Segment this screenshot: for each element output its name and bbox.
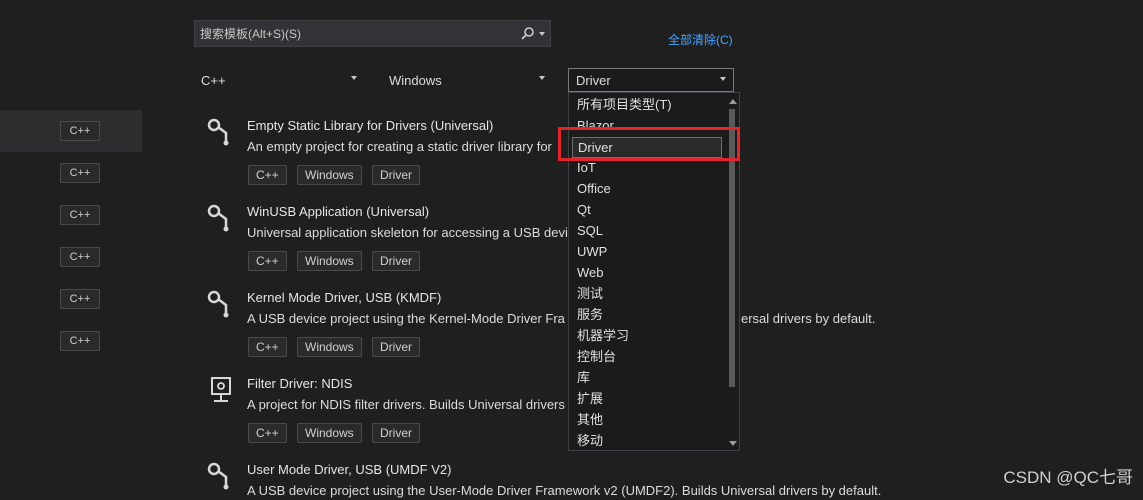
dropdown-option[interactable]: 扩展 <box>577 388 603 409</box>
recent-tag: C++ <box>60 205 100 225</box>
recent-tag: C++ <box>60 331 100 351</box>
dropdown-option[interactable]: 移动 <box>577 430 603 451</box>
dropdown-option[interactable]: 所有项目类型(T) <box>577 94 672 115</box>
language-filter[interactable]: C++ <box>194 68 364 92</box>
template-desc: A project for NDIS filter drivers. Build… <box>247 397 565 412</box>
project-type-filter-value: Driver <box>576 72 611 88</box>
driver-template-icon <box>206 461 236 491</box>
tag-language: C++ <box>248 337 287 357</box>
project-type-filter[interactable]: Driver <box>568 68 734 92</box>
dropdown-option[interactable]: SQL <box>577 220 603 241</box>
chevron-down-icon <box>351 76 357 80</box>
tag-platform: Windows <box>297 337 362 357</box>
dropdown-option[interactable]: 机器学习 <box>577 325 629 346</box>
dropdown-option[interactable]: 其他 <box>577 409 603 430</box>
tag-project-type: Driver <box>372 337 420 357</box>
search-placeholder: 搜索模板(Alt+S)(S) <box>200 27 302 41</box>
recent-tag: C++ <box>60 289 100 309</box>
platform-filter-value: Windows <box>389 72 442 88</box>
search-input[interactable]: 搜索模板(Alt+S)(S) <box>194 20 551 47</box>
scroll-up-arrow-icon[interactable] <box>729 99 737 104</box>
tag-language: C++ <box>248 165 287 185</box>
template-desc: A USB device project using the Kernel-Mo… <box>247 311 565 326</box>
watermark: CSDN @QC七哥 <box>1003 468 1133 487</box>
chevron-down-icon[interactable] <box>539 32 545 36</box>
language-filter-value: C++ <box>201 72 226 88</box>
platform-filter[interactable]: Windows <box>382 68 552 92</box>
dropdown-option[interactable]: 服务 <box>577 304 603 325</box>
dropdown-option[interactable]: Qt <box>577 199 591 220</box>
template-desc: A USB device project using the User-Mode… <box>247 483 882 498</box>
tag-language: C++ <box>248 423 287 443</box>
scroll-down-arrow-icon[interactable] <box>729 441 737 446</box>
template-desc: Universal application skeleton for acces… <box>247 225 568 240</box>
template-desc-tail: ersal drivers by default. <box>741 311 876 326</box>
dropdown-option[interactable]: Web <box>577 262 604 283</box>
template-desc: An empty project for creating a static d… <box>247 139 552 154</box>
tag-language: C++ <box>248 251 287 271</box>
template-title[interactable]: User Mode Driver, USB (UMDF V2) <box>247 462 451 477</box>
driver-template-icon <box>206 117 236 147</box>
recent-tag: C++ <box>60 247 100 267</box>
tag-platform: Windows <box>297 165 362 185</box>
clear-all-link[interactable]: 全部清除(C) <box>668 31 733 48</box>
template-title[interactable]: Empty Static Library for Drivers (Univer… <box>247 118 493 133</box>
chevron-down-icon <box>720 77 726 81</box>
chevron-down-icon <box>539 76 545 80</box>
driver-template-icon <box>206 203 236 233</box>
driver-template-icon <box>206 289 236 319</box>
dropdown-option[interactable]: 控制台 <box>577 346 616 367</box>
tag-platform: Windows <box>297 423 362 443</box>
template-title[interactable]: WinUSB Application (Universal) <box>247 204 429 219</box>
tag-project-type: Driver <box>372 423 420 443</box>
template-title[interactable]: Kernel Mode Driver, USB (KMDF) <box>247 290 441 305</box>
dropdown-option[interactable]: UWP <box>577 241 607 262</box>
network-filter-icon <box>206 375 236 405</box>
search-icon[interactable] <box>521 26 535 43</box>
tag-platform: Windows <box>297 251 362 271</box>
dropdown-option[interactable]: Office <box>577 178 611 199</box>
template-title[interactable]: Filter Driver: NDIS <box>247 376 352 391</box>
dropdown-option[interactable]: 库 <box>577 367 590 388</box>
tag-project-type: Driver <box>372 251 420 271</box>
dropdown-option[interactable]: 测试 <box>577 283 603 304</box>
tag-project-type: Driver <box>372 165 420 185</box>
selection-highlight-box <box>558 127 740 161</box>
recent-tag: C++ <box>60 163 100 183</box>
recent-tag: C++ <box>60 121 100 141</box>
